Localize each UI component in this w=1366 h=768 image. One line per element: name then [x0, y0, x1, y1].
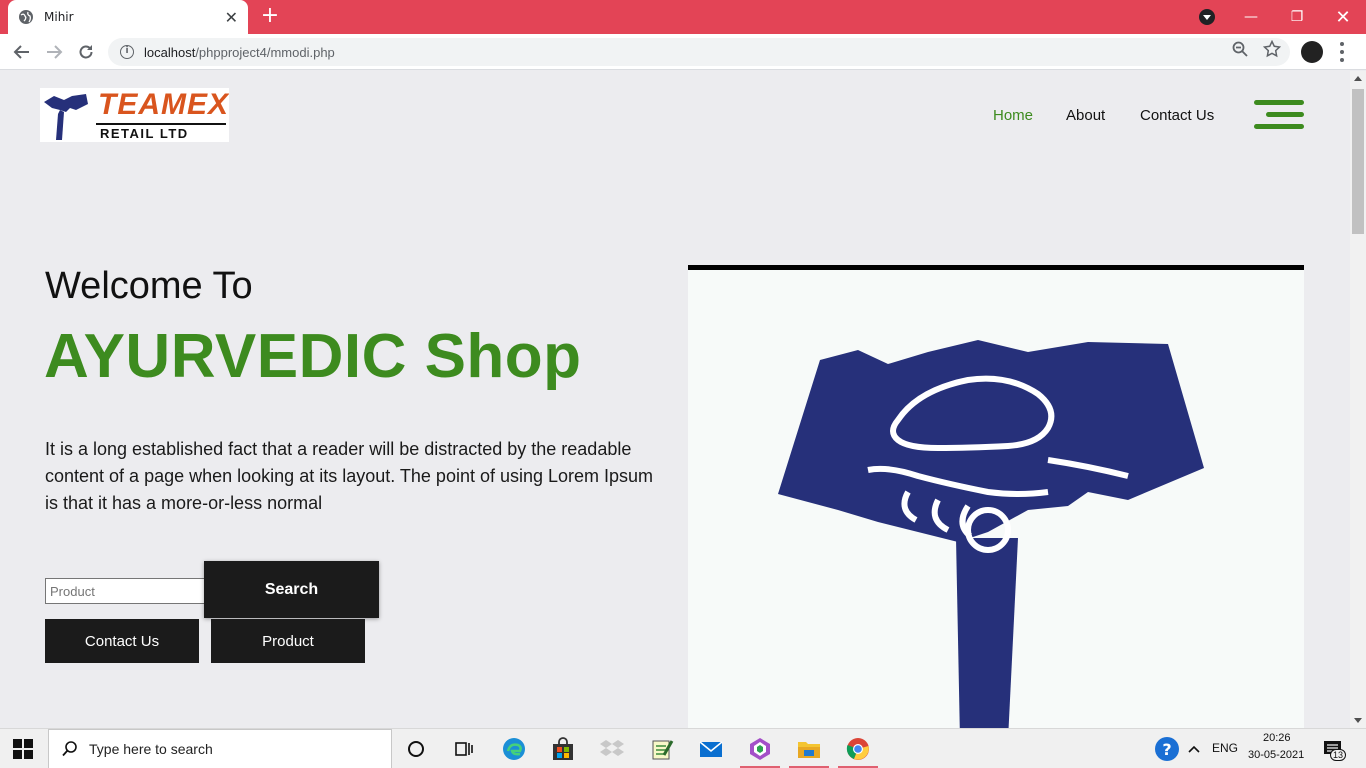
- tab-title: Mihir: [44, 10, 74, 24]
- url-host: localhost: [144, 44, 196, 60]
- restore-icon[interactable]: ❐: [1274, 0, 1320, 34]
- chrome-icon[interactable]: [846, 737, 870, 761]
- product-search-input[interactable]: [45, 578, 205, 604]
- handshake-illustration: [778, 340, 1204, 728]
- help-icon[interactable]: ?: [1154, 736, 1180, 762]
- search-icon: [62, 741, 77, 757]
- clock-time[interactable]: 20:26: [1263, 732, 1291, 744]
- back-icon[interactable]: [10, 40, 34, 64]
- site-logo[interactable]: TEAMEX RETAIL LTD: [40, 88, 229, 142]
- scrollbar-thumb[interactable]: [1352, 89, 1364, 234]
- logo-divider: [96, 123, 226, 125]
- tab-close-icon[interactable]: ✕: [225, 8, 238, 27]
- mail-icon[interactable]: [699, 737, 723, 761]
- store-icon[interactable]: [551, 737, 575, 761]
- notification-count: 13: [1330, 749, 1347, 761]
- windows-start-icon[interactable]: [13, 739, 33, 759]
- cortana-icon[interactable]: [404, 737, 428, 761]
- url-path: /phpproject4/mmodi.php: [195, 44, 335, 60]
- minimize-icon[interactable]: —: [1228, 0, 1274, 34]
- chrome-menu-icon[interactable]: [1340, 42, 1344, 62]
- reload-icon[interactable]: [74, 40, 98, 64]
- dropbox-icon[interactable]: [600, 737, 624, 761]
- profile-avatar[interactable]: [1301, 41, 1323, 63]
- bookmark-star-icon[interactable]: [1263, 40, 1281, 58]
- scroll-up-icon[interactable]: [1354, 76, 1362, 81]
- globe-icon: [19, 10, 33, 24]
- hero-handshake-image: [688, 265, 1304, 728]
- logo-subtitle: RETAIL LTD: [100, 126, 189, 141]
- windows-taskbar: Type here to search ? ENG 20:26 30-05-20…: [0, 728, 1366, 768]
- new-tab-icon[interactable]: +: [258, 4, 282, 28]
- tray-chevron-up-icon[interactable]: [1187, 742, 1201, 756]
- logo-word: TEAMEX: [98, 88, 229, 121]
- contact-us-button[interactable]: Contact Us: [45, 619, 199, 663]
- chrome-profile-dropdown-icon[interactable]: [1199, 9, 1215, 25]
- svg-text:?: ?: [1162, 740, 1171, 759]
- hero-headline: AYURVEDIC Shop: [44, 322, 582, 391]
- web-page: TEAMEX RETAIL LTD Home About Contact Us …: [0, 71, 1350, 728]
- forward-icon[interactable]: [42, 40, 66, 64]
- close-window-icon[interactable]: ✕: [1320, 0, 1366, 34]
- page-scrollbar[interactable]: [1350, 71, 1366, 728]
- task-view-icon[interactable]: [452, 737, 476, 761]
- taskbar-search-box[interactable]: Type here to search: [48, 729, 392, 768]
- hero-welcome: Welcome To: [45, 265, 253, 307]
- file-explorer-icon[interactable]: [797, 737, 821, 761]
- search-button[interactable]: Search: [204, 561, 379, 618]
- taskbar-search-placeholder: Type here to search: [89, 741, 213, 757]
- nav-home[interactable]: Home: [993, 107, 1033, 124]
- product-button[interactable]: Product: [211, 619, 365, 663]
- clock-date[interactable]: 30-05-2021: [1248, 749, 1304, 761]
- nav-about[interactable]: About: [1066, 107, 1105, 124]
- address-bar[interactable]: i localhost/phpproject4/mmodi.php: [108, 38, 1290, 66]
- zoom-icon[interactable]: [1231, 40, 1249, 58]
- nav-contact-us[interactable]: Contact Us: [1140, 107, 1214, 124]
- notepad-icon[interactable]: [650, 737, 674, 761]
- site-info-icon[interactable]: i: [120, 45, 134, 59]
- edge-icon[interactable]: [502, 737, 526, 761]
- hero-description: It is a long established fact that a rea…: [45, 439, 654, 513]
- xampp-icon[interactable]: [748, 737, 772, 761]
- handshake-logo-icon: [44, 94, 88, 140]
- browser-titlebar: Mihir ✕ + — ❐ ✕: [0, 0, 1366, 34]
- scroll-down-icon[interactable]: [1354, 718, 1362, 723]
- browser-toolbar: i localhost/phpproject4/mmodi.php: [0, 34, 1366, 70]
- browser-tab[interactable]: Mihir ✕: [8, 0, 248, 34]
- hamburger-menu-icon[interactable]: [1254, 100, 1304, 132]
- language-indicator[interactable]: ENG: [1212, 741, 1238, 755]
